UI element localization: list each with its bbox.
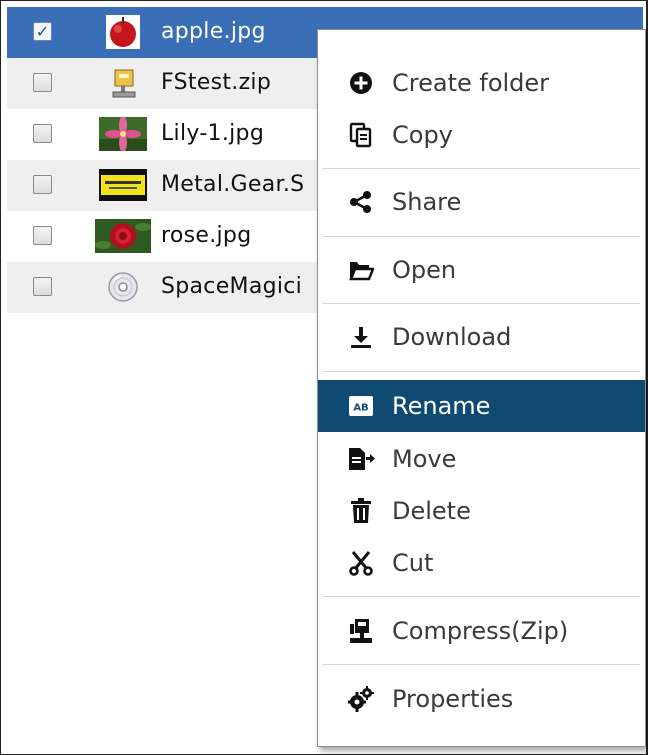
- file-name: SpaceMagici: [161, 274, 303, 299]
- menu-item-rename[interactable]: AB Rename: [318, 380, 645, 432]
- scissors-icon: [344, 546, 378, 580]
- menu-item-label: Copy: [392, 121, 453, 149]
- menu-item-create-folder[interactable]: Create folder: [318, 57, 645, 109]
- menu-separator: [322, 236, 640, 237]
- menu-item-share[interactable]: Share: [318, 176, 645, 228]
- context-menu: Create folder Copy Share Open Download A…: [317, 29, 646, 747]
- menu-item-label: Cut: [392, 549, 434, 577]
- menu-item-copy[interactable]: Copy: [318, 109, 645, 161]
- file-checkbox[interactable]: [33, 175, 52, 194]
- file-manager-window: ✓ apple.jpg FStest.zip Lily-1.jpg Metal.…: [0, 0, 648, 755]
- menu-separator: [322, 596, 640, 597]
- move-icon: [344, 442, 378, 476]
- menu-item-label: Delete: [392, 497, 471, 525]
- file-name: FStest.zip: [161, 70, 272, 95]
- menu-item-label: Rename: [392, 392, 491, 420]
- zip-archive-icon: [95, 65, 151, 101]
- menu-item-label: Download: [392, 323, 512, 351]
- menu-item-download[interactable]: Download: [318, 311, 645, 363]
- share-icon: [344, 185, 378, 219]
- menu-item-delete[interactable]: Delete: [318, 485, 645, 537]
- file-name: apple.jpg: [161, 19, 266, 44]
- lily-thumbnail-icon: [95, 116, 151, 152]
- menu-item-open[interactable]: Open: [318, 244, 645, 296]
- file-name: rose.jpg: [161, 223, 252, 248]
- menu-item-move[interactable]: Move: [318, 433, 645, 485]
- menu-item-label: Properties: [392, 685, 514, 713]
- download-icon: [344, 320, 378, 354]
- plus-circle-icon: [344, 66, 378, 100]
- file-checkbox[interactable]: [33, 277, 52, 296]
- trash-icon: [344, 494, 378, 528]
- file-checkbox[interactable]: [33, 73, 52, 92]
- file-checkbox[interactable]: ✓: [33, 22, 52, 41]
- menu-item-label: Open: [392, 256, 457, 284]
- metal-gear-thumbnail-icon: [95, 167, 151, 203]
- svg-text:AB: AB: [353, 403, 368, 414]
- menu-separator: [322, 303, 640, 304]
- apple-thumbnail-icon: [95, 14, 151, 50]
- menu-item-compress[interactable]: Compress(Zip): [318, 605, 645, 657]
- menu-separator: [322, 371, 640, 372]
- file-name: Metal.Gear.S: [161, 172, 305, 197]
- menu-item-label: Compress(Zip): [392, 617, 569, 645]
- folder-open-icon: [344, 253, 378, 287]
- menu-separator: [322, 664, 640, 665]
- compress-icon: [344, 614, 378, 648]
- checkmark-icon: ✓: [35, 21, 50, 41]
- menu-separator: [322, 168, 640, 169]
- rename-icon: AB: [344, 389, 378, 423]
- file-checkbox[interactable]: [33, 226, 52, 245]
- file-name: Lily-1.jpg: [161, 121, 265, 146]
- menu-item-cut[interactable]: Cut: [318, 537, 645, 589]
- menu-item-properties[interactable]: Properties: [318, 673, 645, 725]
- disc-icon: [95, 269, 151, 305]
- menu-item-label: Create folder: [392, 69, 550, 97]
- copy-icon: [344, 118, 378, 152]
- gears-icon: [344, 682, 378, 716]
- menu-item-label: Share: [392, 188, 462, 216]
- menu-item-label: Move: [392, 445, 457, 473]
- rose-thumbnail-icon: [95, 218, 151, 254]
- file-checkbox[interactable]: [33, 124, 52, 143]
